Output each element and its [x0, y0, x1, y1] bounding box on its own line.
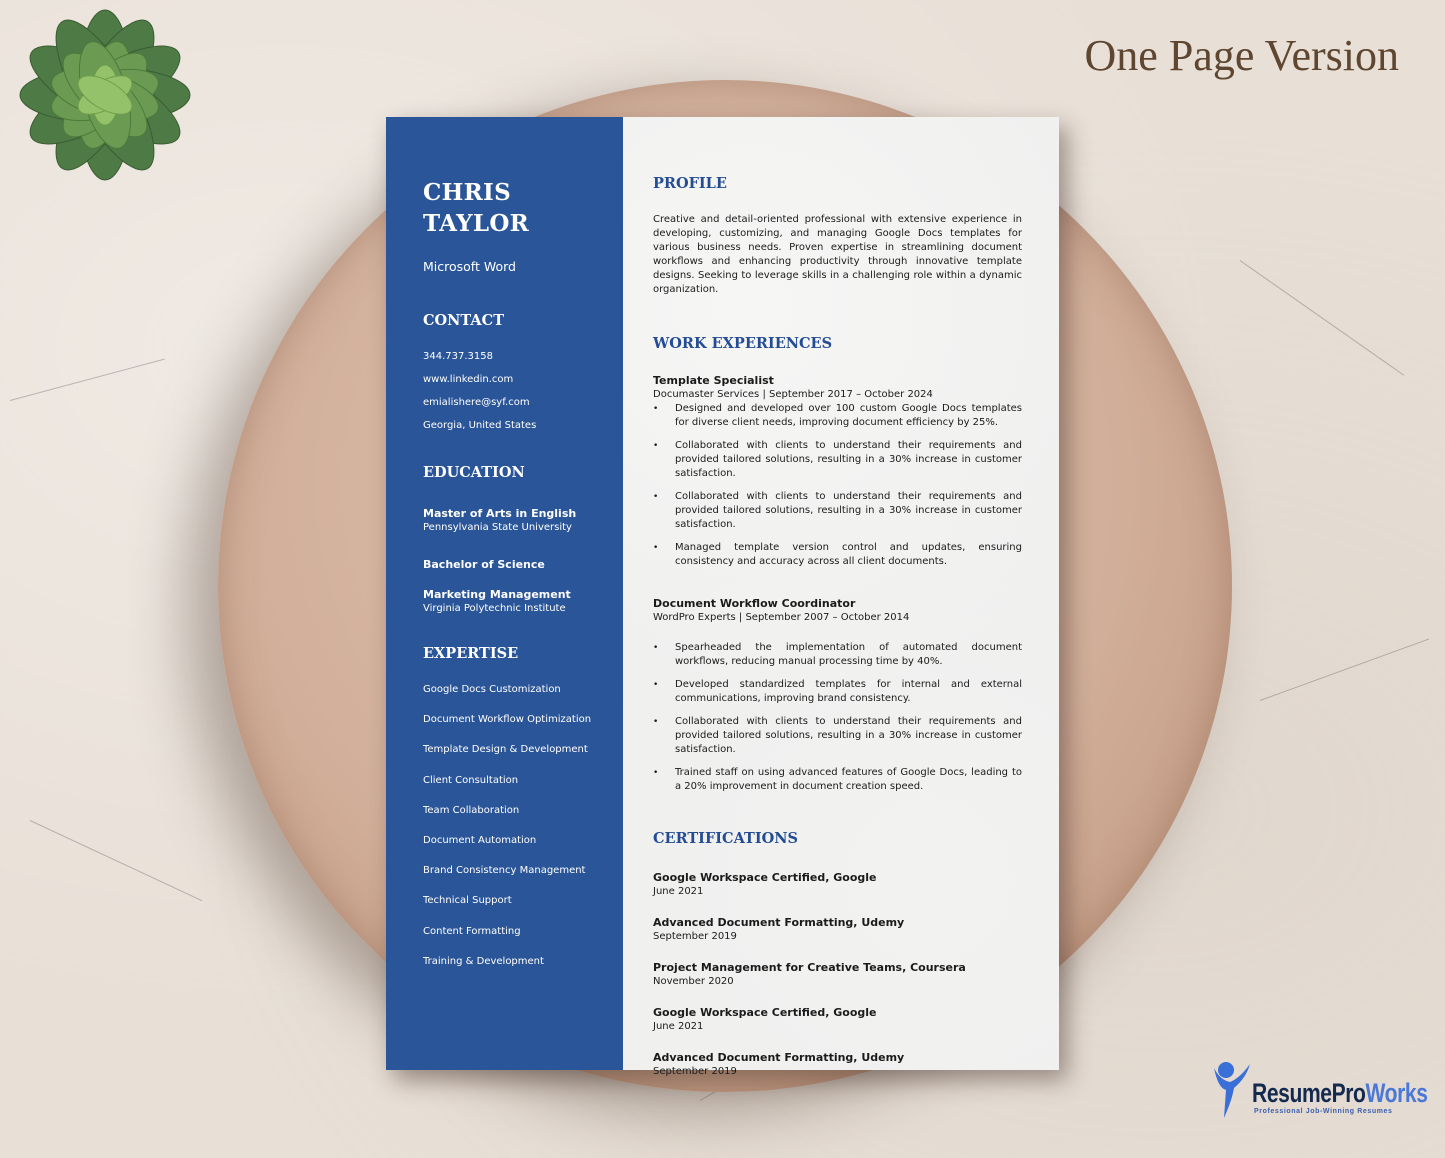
- education-list: Master of Arts in English Pennsylvania S…: [423, 507, 623, 615]
- contact-email: emialishere@syf.com: [423, 397, 530, 408]
- education-degree: Bachelor of Science: [423, 558, 545, 571]
- job-bullets: Designed and developed over 100 custom G…: [653, 402, 1022, 569]
- expertise-item: Document Automation: [423, 834, 537, 846]
- certification-item: Google Workspace Certified, Google June …: [653, 1006, 1022, 1034]
- job-entry: Document Workflow Coordinator WordPro Ex…: [653, 597, 1022, 794]
- logo-tagline: Professional Job-Winning Resumes: [1254, 1108, 1393, 1115]
- certification-name: Project Management for Creative Teams, C…: [653, 961, 966, 974]
- brand-logo: ResumeProWorks Professional Job-Winning …: [1212, 1060, 1445, 1120]
- marble-vein: [1259, 638, 1430, 701]
- education-school: Pennsylvania State University: [423, 522, 572, 533]
- certification-item: Project Management for Creative Teams, C…: [653, 961, 1022, 989]
- certification-date: June 2021: [653, 886, 704, 897]
- logo-part2: Works: [1365, 1078, 1428, 1108]
- education-item: Bachelor of Science: [423, 558, 623, 572]
- job-bullet: Trained staff on using advanced features…: [653, 766, 1022, 794]
- education-heading: EDUCATION: [423, 464, 525, 481]
- job-bullets: Spearheaded the implementation of automa…: [653, 641, 1022, 794]
- person-logo-icon: [1214, 1062, 1250, 1118]
- certifications-section: CERTIFICATIONS Google Workspace Certifie…: [653, 830, 1022, 1079]
- education-degree: Master of Arts in English: [423, 507, 577, 520]
- certification-name: Advanced Document Formatting, Udemy: [653, 1051, 905, 1064]
- expertise-item: Content Formatting: [423, 925, 521, 937]
- contact-phone: 344.737.3158: [423, 351, 493, 362]
- certification-date: June 2021: [653, 1021, 704, 1032]
- succulent-plant-icon: [19, 9, 191, 181]
- certification-date: September 2019: [653, 1066, 737, 1077]
- certification-date: September 2019: [653, 931, 737, 942]
- contact-heading: CONTACT: [423, 312, 505, 329]
- contact-website: www.linkedin.com: [423, 374, 514, 385]
- resume-main: PROFILE Creative and detail-oriented pro…: [623, 117, 1059, 1077]
- contact-list: 344.737.3158 www.linkedin.com emialisher…: [423, 351, 623, 432]
- job-title: Document Workflow Coordinator: [653, 597, 856, 610]
- expertise-item: Team Collaboration: [423, 804, 520, 816]
- job-meta: Documaster Services | September 2017 – O…: [653, 389, 933, 400]
- expertise-item: Training & Development: [423, 955, 544, 967]
- name-last: TAYLOR: [423, 210, 530, 237]
- certification-name: Google Workspace Certified, Google: [653, 871, 877, 884]
- name-first: CHRIS: [423, 179, 512, 206]
- certification-date: November 2020: [653, 976, 734, 987]
- job-bullet: Collaborated with clients to understand …: [653, 490, 1022, 532]
- education-school: Virginia Polytechnic Institute: [423, 603, 566, 614]
- certification-item: Advanced Document Formatting, Udemy Sept…: [653, 916, 1022, 944]
- certification-name: Advanced Document Formatting, Udemy: [653, 916, 905, 929]
- certifications-heading: CERTIFICATIONS: [653, 830, 798, 847]
- resume-page: CHRIS TAYLOR Microsoft Word CONTACT 344.…: [386, 117, 1059, 1077]
- expertise-item: Brand Consistency Management: [423, 865, 586, 877]
- expertise-list: Google Docs Customization Document Workf…: [423, 684, 623, 968]
- certification-name: Google Workspace Certified, Google: [653, 1006, 877, 1019]
- job-bullet: Collaborated with clients to understand …: [653, 439, 1022, 481]
- expertise-heading: EXPERTISE: [423, 645, 519, 662]
- work-heading: WORK EXPERIENCES: [653, 335, 833, 352]
- profile-text: Creative and detail-oriented professiona…: [653, 214, 1022, 295]
- job-bullet: Managed template version control and upd…: [653, 541, 1022, 569]
- job-meta: WordPro Experts | September 2007 – Octob…: [653, 612, 910, 623]
- education-item: Master of Arts in English Pennsylvania S…: [423, 507, 623, 534]
- marble-vein: [9, 358, 165, 401]
- education-degree: Marketing Management: [423, 588, 571, 601]
- job-bullet: Designed and developed over 100 custom G…: [653, 402, 1022, 430]
- expertise-item: Template Design & Development: [423, 744, 588, 756]
- certification-item: Google Workspace Certified, Google June …: [653, 871, 1022, 899]
- certification-item: Advanced Document Formatting, Udemy Sept…: [653, 1051, 1022, 1079]
- logo-wordmark: ResumeProWorks: [1252, 1078, 1428, 1108]
- education-item: Marketing Management Virginia Polytechni…: [423, 588, 623, 615]
- candidate-name: CHRIS TAYLOR: [423, 177, 623, 239]
- resume-sidebar: CHRIS TAYLOR Microsoft Word CONTACT 344.…: [386, 117, 623, 1070]
- marble-vein: [1239, 260, 1405, 376]
- logo-part1: ResumePro: [1252, 1078, 1366, 1108]
- job-title: Template Specialist: [653, 374, 774, 387]
- expertise-item: Google Docs Customization: [423, 684, 561, 695]
- marble-vein: [29, 820, 203, 902]
- expertise-item: Document Workflow Optimization: [423, 714, 592, 726]
- job-bullet: Developed standardized templates for int…: [653, 678, 1022, 706]
- page-tagline: One Page Version: [1084, 31, 1399, 80]
- expertise-item: Technical Support: [423, 895, 512, 907]
- job-bullet: Collaborated with clients to understand …: [653, 715, 1022, 757]
- contact-location: Georgia, United States: [423, 420, 537, 431]
- candidate-subtitle: Microsoft Word: [423, 259, 516, 274]
- job-bullet: Spearheaded the implementation of automa…: [653, 641, 1022, 669]
- expertise-item: Client Consultation: [423, 774, 519, 786]
- job-entry: Template Specialist Documaster Services …: [653, 374, 1022, 569]
- profile-heading: PROFILE: [653, 175, 727, 192]
